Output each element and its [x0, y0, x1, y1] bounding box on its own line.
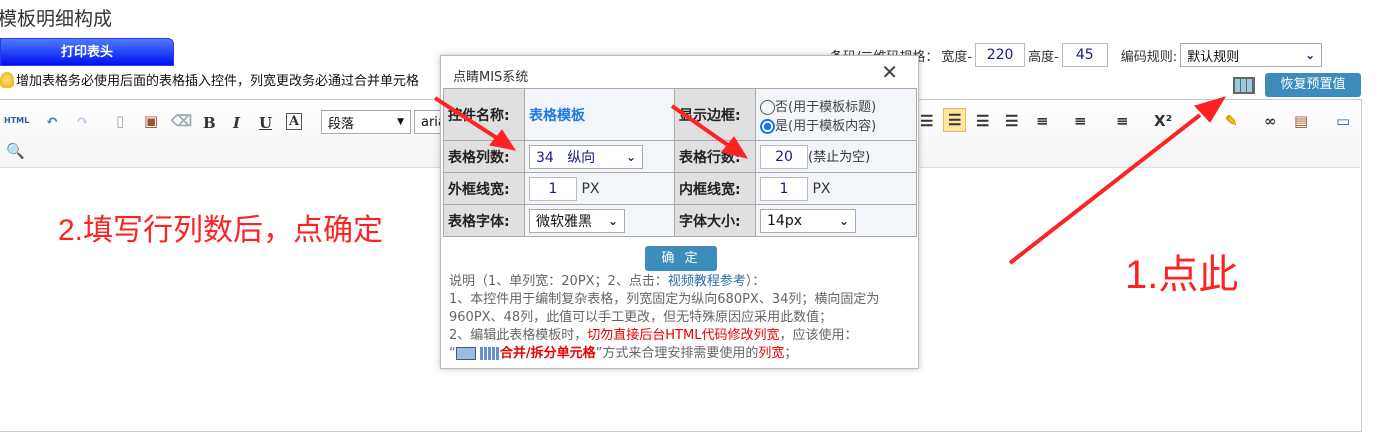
arrow-to-rows — [670, 104, 734, 150]
annotation-arrows — [433, 96, 1227, 265]
arrow-head-icon — [1194, 96, 1227, 123]
arrow-to-table-icon — [1008, 113, 1202, 265]
arrow-head-icon — [489, 129, 517, 151]
arrow-head-icon — [721, 136, 749, 159]
arrow-to-cols — [433, 96, 502, 142]
